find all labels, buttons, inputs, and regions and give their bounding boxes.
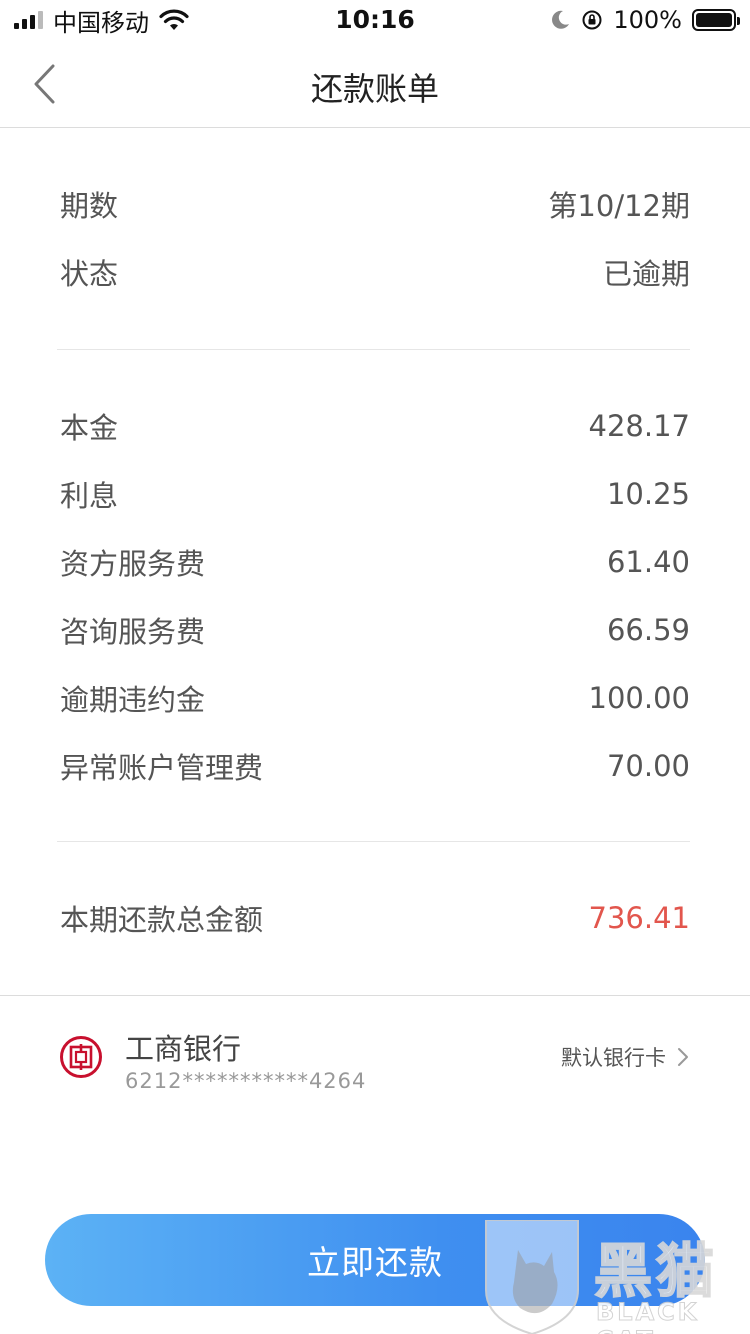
fee-label: 逾期违约金 bbox=[60, 683, 206, 717]
fee-value: 70.00 bbox=[606, 749, 690, 783]
period-value: 第10/12期 bbox=[548, 189, 690, 223]
fee-label: 异常账户管理费 bbox=[60, 751, 264, 785]
fee-row: 资方服务费 61.40 bbox=[60, 542, 690, 582]
total-row: 本期还款总金额 736.41 bbox=[60, 898, 690, 938]
bank-name: 工商银行 bbox=[125, 1032, 242, 1066]
page-title: 还款账单 bbox=[310, 70, 439, 108]
period-label: 期数 bbox=[60, 189, 119, 223]
battery-percentage: 100% bbox=[613, 6, 682, 34]
bank-card-selector[interactable]: 工商银行 6212***********4264 默认银行卡 bbox=[0, 996, 750, 1106]
status-bar-right: 100% bbox=[549, 6, 740, 34]
fee-row: 异常账户管理费 70.00 bbox=[60, 746, 690, 786]
icbc-logo-icon bbox=[60, 1036, 102, 1078]
fee-label: 资方服务费 bbox=[60, 547, 206, 581]
status-bar: 中国移动 10:16 100% bbox=[0, 0, 750, 40]
pay-now-label: 立即还款 bbox=[307, 1243, 443, 1282]
status-value: 已逾期 bbox=[602, 257, 690, 291]
divider bbox=[57, 349, 690, 350]
status-row: 状态 已逾期 bbox=[60, 252, 690, 292]
moon-icon bbox=[552, 10, 570, 29]
fee-row: 利息 10.25 bbox=[60, 474, 690, 514]
total-label: 本期还款总金额 bbox=[60, 903, 264, 937]
total-amount: 736.41 bbox=[588, 901, 690, 935]
fee-row: 逾期违约金 100.00 bbox=[60, 678, 690, 718]
fee-value: 66.59 bbox=[606, 613, 690, 647]
fee-label: 本金 bbox=[60, 411, 119, 445]
card-number: 6212***********4264 bbox=[125, 1069, 367, 1093]
fee-value: 100.00 bbox=[588, 681, 690, 715]
fee-row: 咨询服务费 66.59 bbox=[60, 610, 690, 650]
default-card-label: 默认银行卡 bbox=[561, 1046, 666, 1070]
fee-row: 本金 428.17 bbox=[60, 406, 690, 446]
divider bbox=[57, 841, 690, 842]
nav-bar: 还款账单 bbox=[0, 40, 750, 128]
default-card-link[interactable]: 默认银行卡 bbox=[561, 1042, 690, 1072]
fee-label: 利息 bbox=[60, 479, 119, 513]
period-row: 期数 第10/12期 bbox=[60, 184, 690, 224]
chevron-right-icon bbox=[678, 1048, 688, 1066]
fee-value: 428.17 bbox=[588, 409, 690, 443]
orientation-lock-icon bbox=[582, 10, 602, 30]
fee-value: 61.40 bbox=[606, 545, 690, 579]
pay-now-button[interactable]: 立即还款 bbox=[45, 1214, 705, 1306]
fee-value: 10.25 bbox=[606, 477, 690, 511]
battery-icon bbox=[692, 9, 740, 31]
fee-label: 咨询服务费 bbox=[60, 615, 206, 649]
status-label: 状态 bbox=[60, 257, 119, 291]
